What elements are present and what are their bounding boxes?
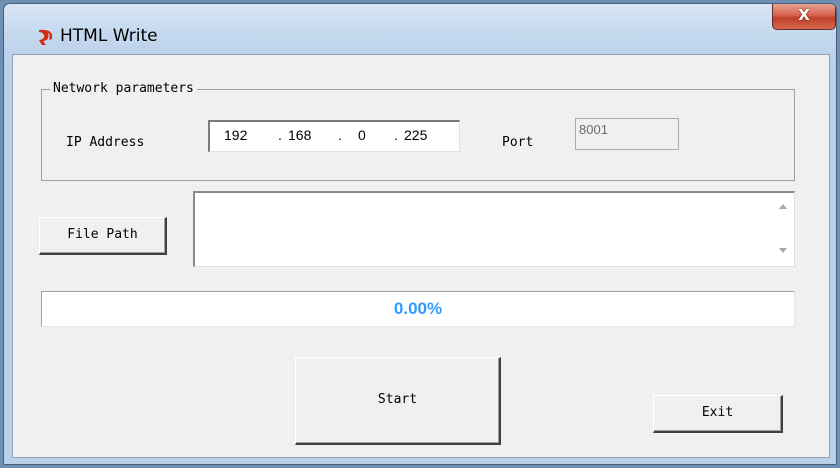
close-icon: X xyxy=(798,6,810,24)
file-path-scrollbar[interactable] xyxy=(774,193,794,266)
file-path-textarea[interactable] xyxy=(193,191,795,267)
window-title: HTML Write xyxy=(60,26,158,46)
ip-octet-2[interactable]: 168 xyxy=(288,127,311,143)
app-logo-icon xyxy=(39,29,53,45)
progress-text: 0.00% xyxy=(393,299,443,318)
scroll-up-arrow-icon[interactable] xyxy=(779,204,787,209)
start-button[interactable]: Start xyxy=(295,357,501,445)
ip-octet-3[interactable]: 0 xyxy=(358,127,366,143)
port-field[interactable]: 8001 xyxy=(575,118,679,150)
ip-dot: . xyxy=(394,127,398,143)
network-parameters-group: Network parameters IP Address 192 . 168 … xyxy=(41,81,795,181)
client-area: Network parameters IP Address 192 . 168 … xyxy=(12,54,830,458)
group-title: Network parameters xyxy=(50,81,197,96)
ip-address-label: IP Address xyxy=(66,135,145,150)
file-path-button[interactable]: File Path xyxy=(39,217,167,255)
scroll-down-arrow-icon[interactable] xyxy=(779,248,787,253)
progress-bar: 0.00% xyxy=(41,291,795,327)
close-button[interactable]: X xyxy=(772,4,836,30)
exit-button[interactable]: Exit xyxy=(653,395,783,433)
ip-dot: . xyxy=(338,127,342,143)
ip-dot: . xyxy=(278,127,282,143)
ip-octet-1[interactable]: 192 xyxy=(224,127,247,143)
title-bar[interactable]: HTML Write X xyxy=(4,4,836,54)
ip-octet-4[interactable]: 225 xyxy=(404,127,427,143)
app-window: HTML Write X Network parameters IP Addre… xyxy=(3,3,837,465)
port-label: Port xyxy=(502,135,534,150)
ip-address-field[interactable]: 192 . 168 . 0 . 225 xyxy=(208,120,460,152)
